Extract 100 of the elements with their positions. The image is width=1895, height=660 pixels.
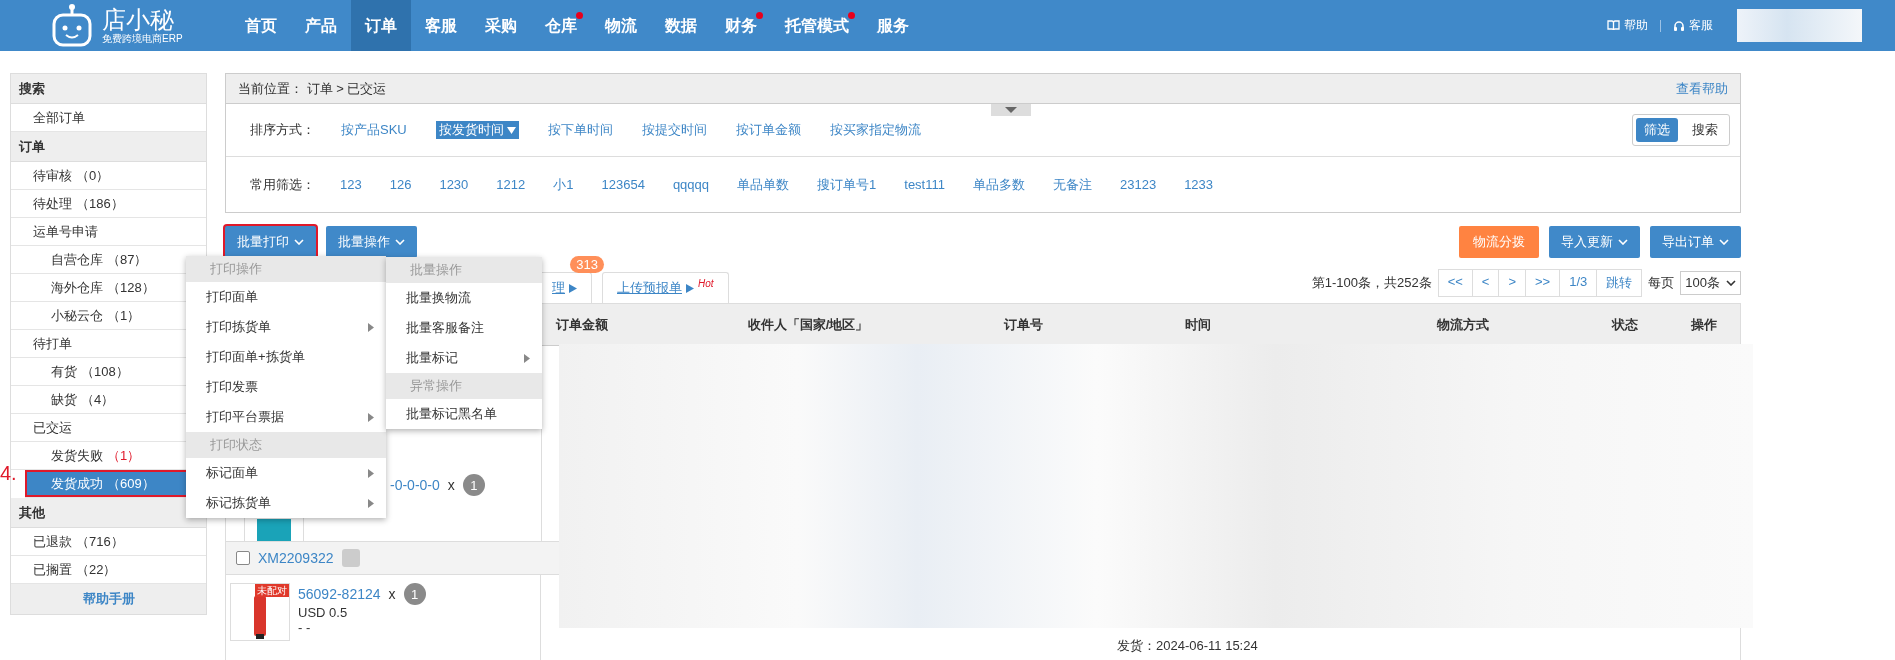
triangle-down-icon xyxy=(506,126,516,134)
notification-dot xyxy=(576,12,583,19)
multiply-sign: x xyxy=(388,586,396,602)
customer-service-link[interactable]: 客服 xyxy=(1673,17,1713,34)
nav-tab[interactable]: 托管模式 xyxy=(771,0,863,51)
filter-label: 常用筛选： xyxy=(250,175,315,194)
filter-link[interactable]: 1233 xyxy=(1184,177,1214,192)
nav-tab[interactable]: 服务 xyxy=(863,0,923,51)
column-header: 订单金额 xyxy=(555,315,609,334)
quantity-badge: 1 xyxy=(403,583,426,605)
sidebar-section-title: 其他 xyxy=(11,498,206,528)
column-header: 物流方式 xyxy=(1436,315,1490,334)
sku-link[interactable]: -0-0-0-0 xyxy=(390,477,440,493)
chevron-down-icon xyxy=(1618,239,1628,245)
collapse-handle[interactable] xyxy=(991,104,1031,116)
submenu-arrow-icon xyxy=(368,323,374,332)
logo-subtitle: 免费跨境电商ERP xyxy=(102,32,183,45)
sidebar-item[interactable]: 已退款 （716） xyxy=(11,528,206,556)
filter-link[interactable]: 23123 xyxy=(1120,177,1157,192)
menu-group-heading: 批量操作 xyxy=(386,257,542,283)
sort-option[interactable]: 按买家指定物流 xyxy=(829,121,921,139)
menu-group-heading: 异常操作 xyxy=(386,373,542,399)
filter-link[interactable]: test111 xyxy=(904,177,945,192)
column-header: 订单号 xyxy=(1002,315,1044,334)
menu-item[interactable]: 批量标记黑名单 xyxy=(386,399,542,429)
page-button[interactable]: >> xyxy=(1526,270,1561,296)
page-button[interactable]: 跳转 xyxy=(1597,270,1642,296)
hot-label: Hot xyxy=(698,278,714,289)
chevron-down-icon xyxy=(395,239,405,245)
nav-tab[interactable]: 首页 xyxy=(231,0,291,51)
submenu-arrow-icon xyxy=(368,413,374,422)
price: USD 0.5 xyxy=(298,605,349,620)
sku-link[interactable]: 56092-82124 xyxy=(298,586,381,602)
nav-tab[interactable]: 采购 xyxy=(471,0,531,51)
dropdown-button[interactable]: 导出订单 xyxy=(1650,226,1741,258)
triangle-down-icon xyxy=(1005,107,1017,113)
play-triangle-icon xyxy=(569,283,577,293)
nav-tab[interactable]: 物流 xyxy=(591,0,651,51)
order-number-link[interactable]: XM2209322 xyxy=(258,550,334,566)
sort-option[interactable]: 按下单时间 xyxy=(547,121,613,139)
menu-item[interactable]: 批量标记 xyxy=(386,343,542,373)
sort-option[interactable]: 按订单金额 xyxy=(735,121,801,139)
robot-logo-icon xyxy=(50,2,94,49)
sort-option[interactable]: 按产品SKU xyxy=(341,121,407,139)
dropdown-button[interactable]: 批量操作 xyxy=(326,226,417,258)
play-triangle-icon xyxy=(686,283,694,293)
sort-option[interactable]: 按发货时间 xyxy=(435,121,519,139)
dropdown-button[interactable]: 批量打印 xyxy=(225,226,316,258)
dropdown-button[interactable]: 导入更新 xyxy=(1549,226,1640,258)
nav-tab[interactable]: 订单 xyxy=(351,0,411,51)
filter-link[interactable]: qqqqq xyxy=(672,177,710,192)
column-header: 收件人「国家/地区」 xyxy=(746,315,870,334)
column-header: 时间 xyxy=(1184,315,1212,334)
notification-dot xyxy=(848,12,855,19)
toggle-option[interactable]: 筛选 xyxy=(1636,118,1678,142)
headset-icon xyxy=(1673,19,1685,32)
chevron-down-icon xyxy=(294,239,304,245)
nav-tab[interactable]: 数据 xyxy=(651,0,711,51)
nav-tab[interactable]: 财务 xyxy=(711,0,771,51)
chevron-down-icon xyxy=(1726,280,1736,286)
page-button[interactable]: > xyxy=(1499,270,1527,296)
checkbox[interactable] xyxy=(236,551,250,565)
submenu-arrow-icon xyxy=(524,354,530,363)
filter-link[interactable]: 1230 xyxy=(439,177,469,192)
nav-tab[interactable]: 客服 xyxy=(411,0,471,51)
button[interactable]: 物流分拨 xyxy=(1459,226,1539,258)
page-summary: 第1-100条，共252条 xyxy=(1311,274,1432,292)
sidebar-item[interactable]: 待审核 （0） xyxy=(11,162,206,190)
nav-tab[interactable]: 仓库 xyxy=(531,0,591,51)
filter-link[interactable]: 123 xyxy=(340,177,362,192)
menu-group-heading: 打印状态 xyxy=(186,432,386,458)
page-button[interactable]: < xyxy=(1472,270,1500,296)
per-page-select[interactable]: 100条 xyxy=(1680,271,1741,295)
submenu-arrow-icon xyxy=(368,469,374,478)
sidebar-item[interactable]: 待处理 （186） xyxy=(11,190,206,218)
book-icon xyxy=(1607,20,1620,31)
toggle-option[interactable]: 搜索 xyxy=(1684,118,1726,142)
filter-link[interactable]: 1212 xyxy=(496,177,526,192)
filter-link[interactable]: 123654 xyxy=(601,177,645,192)
page-button[interactable]: 1/3 xyxy=(1560,270,1598,296)
sidebar-section-title: 订单 xyxy=(11,132,206,162)
menu-group-heading: 打印操作 xyxy=(186,256,386,282)
quantity-badge: 1 xyxy=(462,474,485,496)
sort-option[interactable]: 按提交时间 xyxy=(641,121,707,139)
filter-link[interactable]: 单品多数 xyxy=(973,175,1025,194)
filter-link[interactable]: 搜订单号1 xyxy=(817,175,877,194)
filter-link[interactable]: 单品单数 xyxy=(737,175,790,194)
page-button[interactable]: << xyxy=(1438,270,1473,296)
notification-dot xyxy=(756,12,763,19)
nav-tab[interactable]: 产品 xyxy=(291,0,351,51)
filter-link[interactable]: 无备注 xyxy=(1053,175,1092,194)
help-manual-link[interactable]: 帮助手册 xyxy=(11,584,206,614)
filter-link[interactable]: 小1 xyxy=(553,175,574,194)
help-link[interactable]: 帮助 xyxy=(1607,17,1648,34)
sidebar-item[interactable]: 运单号申请 xyxy=(11,218,206,246)
menu-item[interactable]: 批量客服备注 xyxy=(386,313,542,343)
breadcrumb: 当前位置： 订单 > 已交运 xyxy=(238,79,387,98)
filter-link[interactable]: 126 xyxy=(389,177,412,192)
ship-time: 发货：2024-06-11 15:24 xyxy=(1117,637,1258,655)
help-link[interactable]: 查看帮助 xyxy=(1676,79,1728,98)
